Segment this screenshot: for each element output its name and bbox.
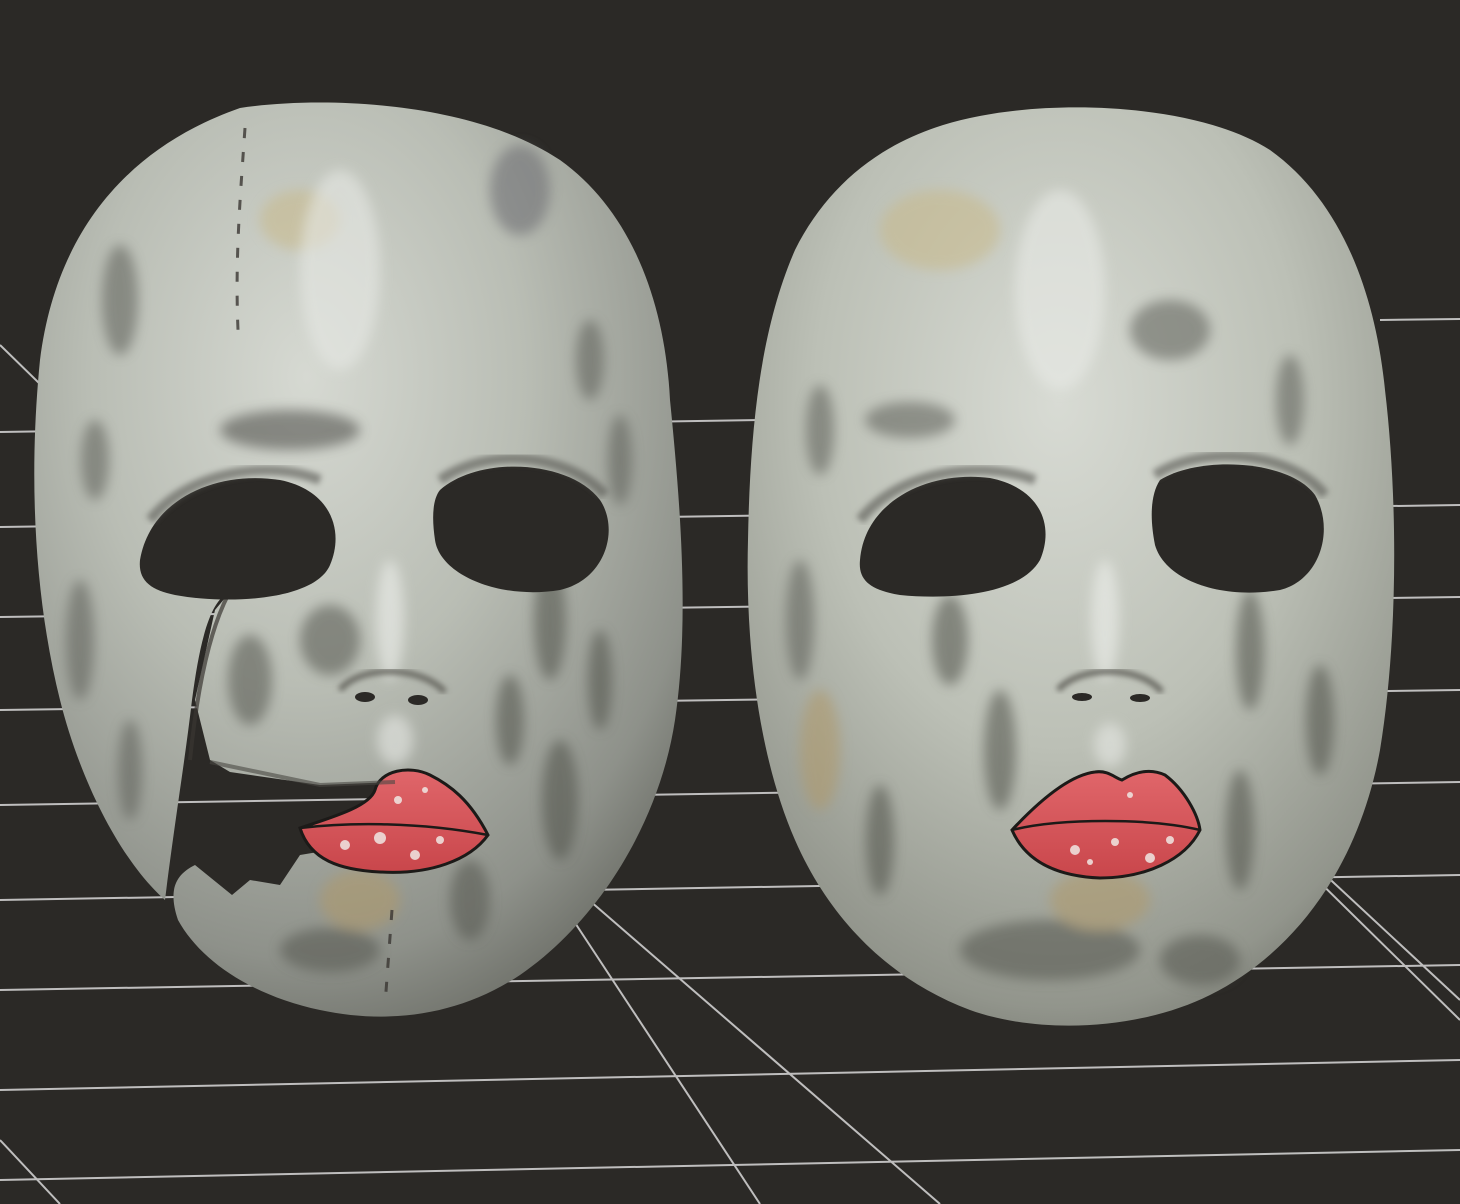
scene-canvas xyxy=(0,102,1460,1204)
viewport-3d[interactable] xyxy=(0,0,1460,1204)
intact-mask-right-eye-hole xyxy=(1151,464,1324,593)
damaged-face-mask xyxy=(34,102,683,1017)
intact-face-mask xyxy=(747,107,1395,1026)
